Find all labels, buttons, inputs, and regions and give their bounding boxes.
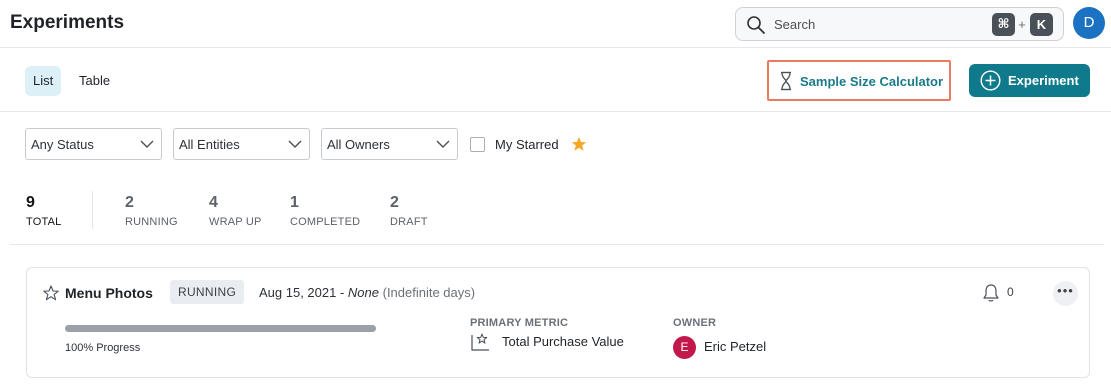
stat-total-label: TOTAL (26, 216, 62, 228)
chevron-down-icon (436, 140, 450, 148)
page-title: Experiments (10, 12, 125, 33)
stat-running-count: 2 (125, 194, 134, 211)
stat-draft[interactable]: 2 DRAFT (390, 194, 428, 228)
duration: (Indefinite days) (382, 285, 476, 300)
search-input[interactable]: Search ⌘ + K (735, 7, 1064, 41)
shortcut-plus: + (1018, 17, 1026, 32)
stat-total-count: 9 (26, 194, 35, 211)
experiment-dates: Aug 15, 2021 - None (Indefinite days) (259, 285, 475, 300)
sample-size-calculator-label: Sample Size Calculator (800, 74, 944, 89)
primary-metric-value: Total Purchase Value (502, 334, 624, 349)
my-starred-checkbox[interactable] (470, 137, 485, 152)
owner-name: Eric Petzel (704, 339, 767, 354)
shortcut-k-key: K (1030, 13, 1053, 36)
stat-wrap-up-label: WRAP UP (209, 216, 262, 228)
star-icon[interactable] (43, 285, 59, 301)
more-options-button[interactable]: ••• (1053, 281, 1078, 306)
view-toolbar: List Table Sample Size Calculator Experi… (0, 48, 1111, 112)
stat-wrap-up[interactable]: 4 WRAP UP (209, 194, 262, 228)
primary-metric-heading: PRIMARY METRIC (470, 317, 569, 329)
stats-divider (92, 191, 93, 229)
tab-table[interactable]: Table (71, 66, 118, 96)
search-icon (747, 16, 765, 34)
stat-running[interactable]: 2 RUNNING (125, 194, 178, 228)
stat-completed-count: 1 (290, 194, 299, 211)
owner-avatar: E (673, 336, 696, 359)
new-experiment-button[interactable]: Experiment (969, 64, 1090, 97)
stat-wrap-up-count: 4 (209, 194, 218, 211)
entities-filter-value: All Entities (179, 137, 240, 152)
stat-completed[interactable]: 1 COMPLETED (290, 194, 360, 228)
stat-draft-label: DRAFT (390, 216, 428, 228)
more-icon: ••• (1057, 283, 1074, 298)
tab-list[interactable]: List (25, 66, 62, 96)
status-filter-select[interactable]: Any Status (25, 128, 162, 160)
experiment-card[interactable]: Menu Photos RUNNING Aug 15, 2021 - None … (26, 267, 1090, 378)
plus-circle-icon (980, 70, 1001, 91)
end-date: None (347, 285, 379, 300)
stat-total[interactable]: 9 TOTAL (26, 194, 61, 228)
chevron-down-icon (140, 140, 154, 148)
stat-completed-label: COMPLETED (290, 216, 361, 228)
experiment-name[interactable]: Menu Photos (65, 285, 153, 301)
entities-filter-select[interactable]: All Entities (173, 128, 310, 160)
progress-bar (65, 325, 376, 332)
bell-icon[interactable] (982, 283, 1000, 303)
app-header: Experiments Search ⌘ + K D (0, 0, 1111, 48)
my-starred-label[interactable]: My Starred (495, 137, 559, 152)
chevron-down-icon (288, 140, 302, 148)
stat-draft-count: 2 (390, 194, 399, 211)
owners-filter-select[interactable]: All Owners (321, 128, 458, 160)
progress-label: 100% Progress (65, 342, 141, 354)
experiment-stats: 9 TOTAL 2 RUNNING 4 WRAP UP 1 COMPLETED … (10, 183, 1104, 245)
notification-count: 0 (1007, 285, 1014, 299)
status-filter-value: Any Status (31, 137, 94, 152)
sample-size-calculator-button[interactable]: Sample Size Calculator (767, 60, 951, 101)
shortcut-cmd-key: ⌘ (992, 13, 1015, 36)
status-badge: RUNNING (170, 280, 245, 304)
owners-filter-value: All Owners (327, 137, 390, 152)
progress-bar-fill (65, 325, 376, 332)
chart-star-icon (471, 333, 489, 351)
search-placeholder: Search (774, 17, 816, 32)
star-icon (571, 137, 587, 151)
user-avatar[interactable]: D (1073, 7, 1105, 39)
owner-heading: OWNER (673, 317, 717, 329)
start-date: Aug 15, 2021 - (259, 285, 348, 300)
hourglass-icon (781, 71, 791, 91)
stat-running-label: RUNNING (125, 216, 178, 228)
new-experiment-label: Experiment (1008, 73, 1079, 88)
